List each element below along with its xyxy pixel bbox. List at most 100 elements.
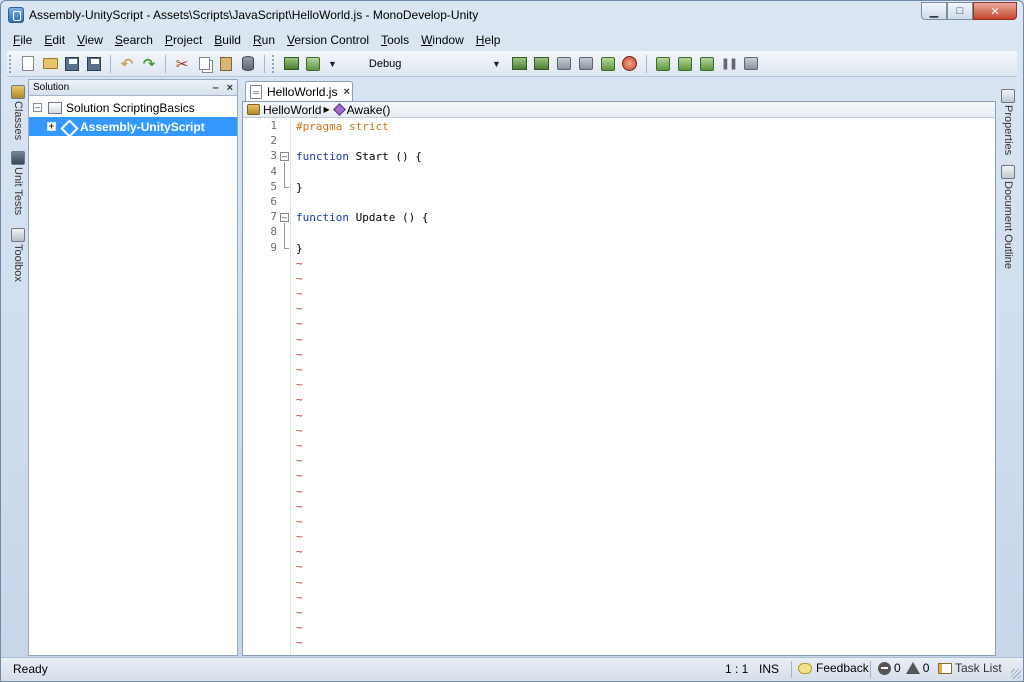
code-line[interactable]: function Update () { bbox=[296, 210, 986, 225]
run-dropdown-chevron-icon[interactable]: ▼ bbox=[328, 59, 337, 69]
step-out-button[interactable] bbox=[698, 55, 716, 73]
solution-pane-close-button[interactable]: × bbox=[227, 82, 233, 94]
tree-node-project[interactable]: + Assembly-UnityScript bbox=[29, 117, 237, 136]
document-tab-strip: HelloWorld.js × bbox=[242, 79, 996, 102]
maximize-button[interactable]: □ bbox=[947, 2, 973, 20]
code-line[interactable]: #pragma strict bbox=[296, 119, 986, 134]
tab-close-icon[interactable]: × bbox=[343, 86, 349, 98]
code-line[interactable] bbox=[296, 165, 986, 180]
debug-tree-button[interactable] bbox=[533, 55, 551, 73]
menu-edit[interactable]: Edit bbox=[38, 33, 71, 47]
line-number: 7 bbox=[270, 210, 277, 224]
close-window-button[interactable]: ✕ bbox=[973, 2, 1017, 20]
code-line[interactable]: function Start () { bbox=[296, 149, 986, 164]
build-issues-indicator[interactable]: 0 0 bbox=[878, 661, 929, 675]
menu-search[interactable]: Search bbox=[109, 33, 159, 47]
breadcrumb-arrow-icon: ▶ bbox=[323, 105, 330, 114]
dock-tab-classes-label: Classes bbox=[12, 101, 24, 141]
step-into-button[interactable] bbox=[676, 55, 694, 73]
copy-button[interactable] bbox=[195, 55, 213, 73]
tab-label: HelloWorld.js bbox=[267, 85, 338, 99]
database-button[interactable] bbox=[239, 55, 257, 73]
menu-help[interactable]: Help bbox=[470, 33, 507, 47]
breadcrumb-method[interactable]: Awake() bbox=[347, 103, 391, 117]
empty-line-marker: ~ bbox=[296, 636, 303, 650]
dock-tab-unit-tests[interactable]: Unit Tests bbox=[9, 151, 27, 215]
run-button[interactable] bbox=[304, 55, 322, 73]
main-toolbar: ↶ ↷ ✂ ▼ Debug ▼ ❚❚ bbox=[7, 51, 1017, 77]
solution-pane-minimize-button[interactable]: – bbox=[212, 82, 218, 94]
step-over-icon bbox=[655, 56, 670, 71]
menu-tools[interactable]: Tools bbox=[375, 33, 415, 47]
tree-node-solution[interactable]: – Solution ScriptingBasics bbox=[29, 98, 237, 117]
code-line[interactable] bbox=[296, 134, 986, 149]
menu-window[interactable]: Window bbox=[415, 33, 470, 47]
window-caption-buttons: ▁ □ ✕ bbox=[921, 2, 1017, 20]
configuration-select[interactable]: Debug ▼ bbox=[359, 54, 509, 74]
task-list-button[interactable]: Task List bbox=[938, 661, 1002, 675]
toolbar-grip[interactable] bbox=[272, 54, 276, 73]
dock-tab-classes[interactable]: Classes bbox=[9, 85, 27, 140]
empty-line-marker: ~ bbox=[296, 256, 303, 270]
new-file-button[interactable] bbox=[19, 55, 37, 73]
code-line[interactable] bbox=[296, 195, 986, 210]
database-icon bbox=[242, 56, 254, 71]
speaker-button[interactable] bbox=[577, 55, 595, 73]
code-line[interactable]: } bbox=[296, 180, 986, 195]
continue-button[interactable] bbox=[742, 55, 760, 73]
save-button[interactable] bbox=[63, 55, 81, 73]
code-line[interactable]: } bbox=[296, 241, 986, 256]
minimize-button[interactable]: ▁ bbox=[921, 2, 947, 20]
toolbar-grip[interactable] bbox=[9, 54, 13, 73]
line-number: 4 bbox=[270, 164, 277, 178]
redo-button[interactable]: ↷ bbox=[140, 55, 158, 73]
menu-project[interactable]: Project bbox=[159, 33, 208, 47]
attach-process-icon bbox=[600, 56, 615, 71]
paste-button[interactable] bbox=[217, 55, 235, 73]
dock-tab-properties[interactable]: Properties bbox=[999, 89, 1017, 155]
menu-run[interactable]: Run bbox=[247, 33, 281, 47]
toolbar-separator bbox=[645, 54, 647, 73]
feedback-label: Feedback bbox=[816, 661, 869, 675]
menu-version-control[interactable]: Version Control bbox=[281, 33, 375, 47]
debug-attach-button[interactable] bbox=[511, 55, 529, 73]
stop-button[interactable] bbox=[621, 55, 639, 73]
dock-tab-document-outline[interactable]: Document Outline bbox=[999, 165, 1017, 269]
breakpoint-link-button[interactable] bbox=[555, 55, 573, 73]
pause-button[interactable]: ❚❚ bbox=[720, 55, 738, 73]
resize-grip[interactable] bbox=[1011, 669, 1021, 679]
save-all-button[interactable] bbox=[85, 55, 103, 73]
feedback-button[interactable]: Feedback bbox=[798, 661, 869, 675]
toolbar-separator bbox=[264, 54, 265, 73]
status-separator bbox=[791, 661, 792, 678]
window-title: Assembly-UnityScript - Assets\Scripts\Ja… bbox=[29, 8, 479, 22]
editor-area: HelloWorld.js × HelloWorld ▶ Awake() 1 23… bbox=[242, 79, 996, 656]
solution-icon bbox=[48, 101, 62, 114]
menu-file[interactable]: File bbox=[7, 33, 38, 47]
cut-button[interactable]: ✂ bbox=[173, 55, 191, 73]
code-token: Start () { bbox=[348, 150, 422, 164]
tab-helloworld-js[interactable]: HelloWorld.js × bbox=[245, 81, 353, 102]
fold-collapse-icon[interactable]: – bbox=[280, 152, 289, 162]
monodevelop-app-icon[interactable] bbox=[8, 7, 24, 23]
open-file-button[interactable] bbox=[41, 55, 59, 73]
menu-view[interactable]: View bbox=[71, 33, 109, 47]
dock-tab-toolbox[interactable]: Toolbox bbox=[9, 228, 27, 282]
code-line[interactable] bbox=[296, 225, 986, 240]
fold-collapse-icon[interactable]: – bbox=[280, 213, 289, 223]
code-body[interactable]: 1 2 3–4 5 6 7–8 9 #pragma strict function Start… bbox=[243, 119, 995, 655]
code-directive: #pragma strict bbox=[296, 120, 389, 133]
title-bar[interactable]: Assembly-UnityScript - Assets\Scripts\Ja… bbox=[1, 1, 1023, 29]
empty-line-marker: ~ bbox=[296, 347, 303, 361]
build-button[interactable] bbox=[282, 55, 300, 73]
code-text[interactable]: #pragma strict function Start () {} functi… bbox=[296, 119, 986, 651]
collapse-expander-icon[interactable]: – bbox=[33, 103, 42, 112]
menu-build[interactable]: Build bbox=[208, 33, 247, 47]
breadcrumb-class[interactable]: HelloWorld bbox=[263, 103, 321, 117]
undo-button[interactable]: ↶ bbox=[118, 55, 136, 73]
insert-mode[interactable]: INS bbox=[759, 662, 779, 676]
expand-expander-icon[interactable]: + bbox=[47, 122, 56, 131]
step-over-button[interactable] bbox=[654, 55, 672, 73]
attach-process-button[interactable] bbox=[599, 55, 617, 73]
empty-line-marker: ~ bbox=[296, 454, 303, 468]
